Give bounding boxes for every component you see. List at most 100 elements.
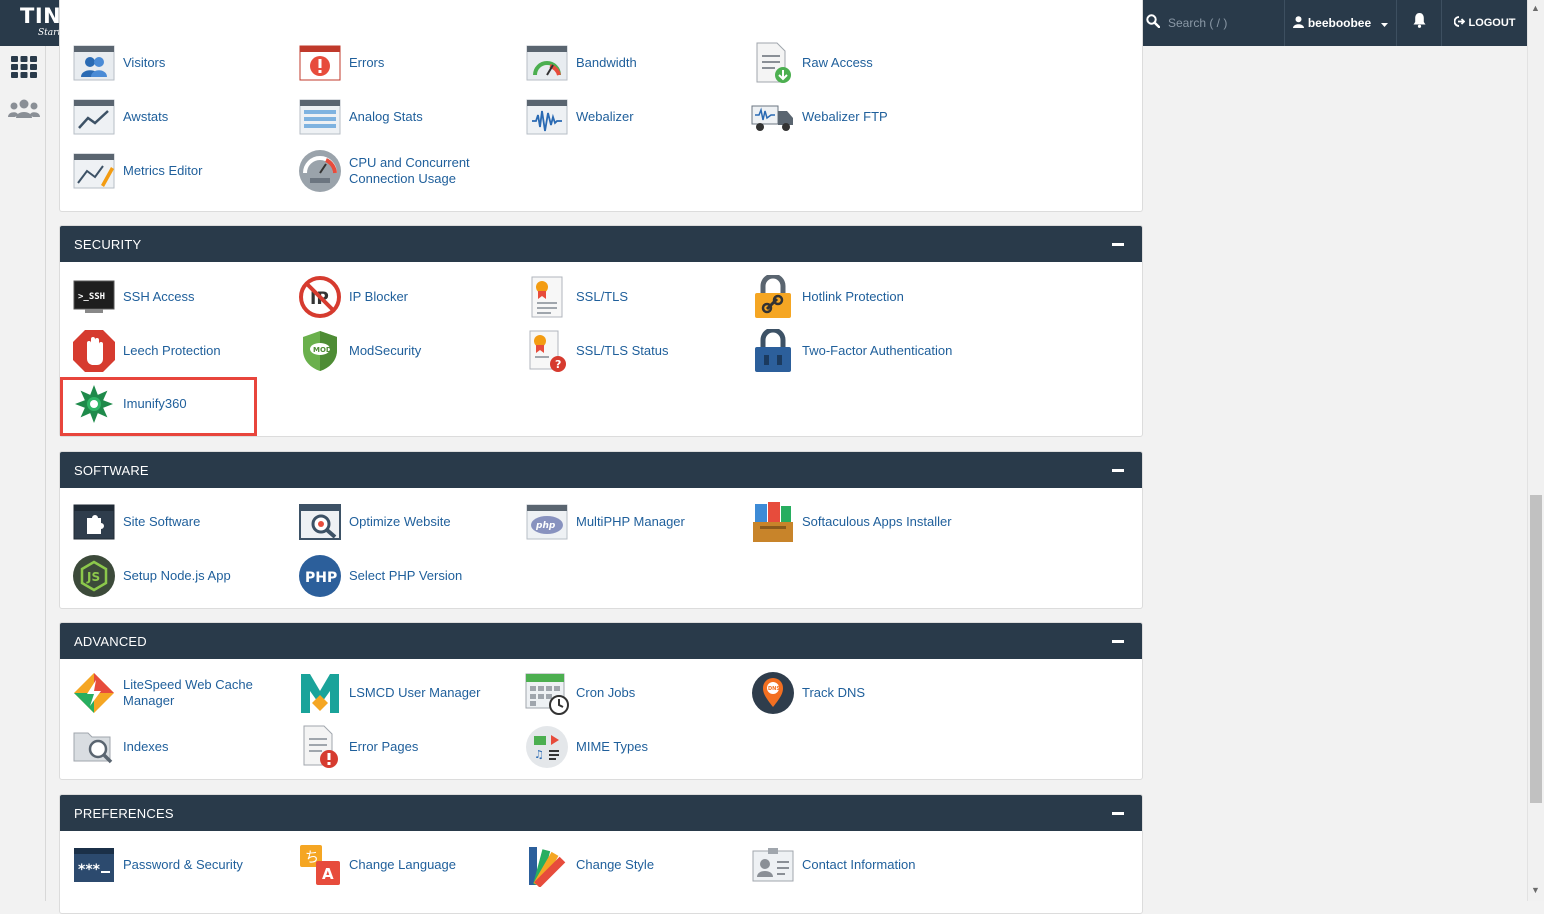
cpu-usage-icon	[298, 149, 342, 193]
tool-litespeed-cache[interactable]: LiteSpeed Web Cache Manager	[72, 670, 287, 716]
tool-webalizer[interactable]: Webalizer	[525, 94, 740, 140]
indexes-folder-icon	[72, 725, 116, 769]
tool-label: Error Pages	[349, 739, 419, 754]
advanced-header[interactable]: ADVANCED	[60, 623, 1142, 659]
preferences-header[interactable]: PREFERENCES	[60, 795, 1142, 831]
scroll-thumb[interactable]	[1530, 495, 1542, 803]
tool-analog-stats[interactable]: Analog Stats	[298, 94, 513, 140]
section-title: SECURITY	[74, 236, 142, 252]
section-title: SOFTWARE	[74, 462, 149, 478]
tool-track-dns[interactable]: DNS Track DNS	[751, 670, 966, 716]
tool-cpu-usage[interactable]: CPU and Concurrent Connection Usage	[298, 148, 513, 194]
tool-errors[interactable]: Errors	[298, 40, 513, 86]
tool-ssl-tls[interactable]: SSL/TLS	[525, 274, 740, 320]
logout-label: LOGOUT	[1468, 17, 1516, 29]
tool-label: SSL/TLS Status	[576, 343, 669, 358]
logout-button[interactable]: LOGOUT	[1443, 0, 1527, 46]
search-input[interactable]	[1168, 14, 1278, 32]
tool-label: CPU and Concurrent Connection Usage	[349, 155, 470, 186]
tool-label: Analog Stats	[349, 109, 423, 124]
tool-softaculous[interactable]: Softaculous Apps Installer	[751, 499, 966, 545]
leech-hand-icon	[72, 329, 116, 373]
collapse-icon[interactable]	[1112, 811, 1124, 815]
tool-label: Password & Security	[123, 857, 243, 872]
tool-label: LiteSpeed Web Cache Manager	[123, 677, 253, 708]
left-sidebar	[0, 46, 46, 901]
tool-two-factor-auth[interactable]: Two-Factor Authentication	[751, 328, 966, 374]
tool-hotlink-protection[interactable]: Hotlink Protection	[751, 274, 966, 320]
tool-setup-nodejs[interactable]: JS Setup Node.js App	[72, 553, 287, 599]
cron-calendar-icon	[525, 671, 569, 715]
section-title: ADVANCED	[74, 633, 147, 649]
tool-label: Metrics Editor	[123, 163, 203, 178]
sidebar-users-button[interactable]	[8, 96, 40, 126]
tool-bandwidth[interactable]: Bandwidth	[525, 40, 740, 86]
tool-cron-jobs[interactable]: Cron Jobs	[525, 670, 740, 716]
tool-raw-access[interactable]: Raw Access	[751, 40, 966, 86]
svg-text:?: ?	[555, 358, 561, 371]
tool-webalizer-ftp[interactable]: Webalizer FTP	[751, 94, 966, 140]
tool-mime-types[interactable]: ♫ MIME Types	[525, 724, 740, 770]
webalizer-ftp-icon	[751, 95, 795, 139]
tool-leech-protection[interactable]: Leech Protection	[72, 328, 287, 374]
password-icon: ***	[72, 843, 116, 887]
tool-label: Optimize Website	[349, 514, 451, 529]
tool-label: Indexes	[123, 739, 169, 754]
tool-ssh-access[interactable]: >_SSH SSH Access	[72, 274, 287, 320]
collapse-icon[interactable]	[1112, 468, 1124, 472]
tool-label: Visitors	[123, 55, 166, 70]
scroll-down-arrow-icon[interactable]: ▼	[1531, 885, 1540, 895]
ssl-status-icon: ?	[525, 329, 569, 373]
ssh-icon: >_SSH	[72, 275, 116, 319]
logout-icon	[1454, 16, 1466, 30]
tool-multiphp-manager[interactable]: php MultiPHP Manager	[525, 499, 740, 545]
software-panel: SOFTWARE Site Software Optimize Website …	[59, 451, 1143, 609]
tool-error-pages[interactable]: Error Pages	[298, 724, 513, 770]
tool-contact-information[interactable]: Contact Information	[751, 842, 966, 888]
notifications-button[interactable]	[1398, 0, 1442, 46]
svg-text:A: A	[322, 865, 334, 883]
contact-card-icon	[751, 843, 795, 887]
collapse-icon[interactable]	[1112, 639, 1124, 643]
tool-label: Raw Access	[802, 55, 873, 70]
ip-blocker-icon: IP	[298, 275, 342, 319]
security-header[interactable]: SECURITY	[60, 226, 1142, 262]
user-menu[interactable]: beeboobee	[1285, 0, 1397, 46]
tool-change-style[interactable]: Change Style	[525, 842, 740, 888]
tool-label: Two-Factor Authentication	[802, 343, 953, 358]
tool-label: Webalizer FTP	[802, 109, 888, 124]
tool-password-security[interactable]: *** Password & Security	[72, 842, 287, 888]
scroll-up-arrow-icon[interactable]: ▲	[1531, 3, 1540, 13]
tool-change-language[interactable]: ちA Change Language	[298, 842, 513, 888]
preferences-panel: PREFERENCES *** Password & Security ちA C…	[59, 794, 1143, 914]
tool-site-software[interactable]: Site Software	[72, 499, 287, 545]
tool-optimize-website[interactable]: Optimize Website	[298, 499, 513, 545]
puzzle-icon	[72, 500, 116, 544]
tool-awstats[interactable]: Awstats	[72, 94, 287, 140]
visitors-icon	[72, 41, 116, 85]
errors-icon	[298, 41, 342, 85]
tool-ssl-tls-status[interactable]: ? SSL/TLS Status	[525, 328, 740, 374]
awstats-icon	[72, 95, 116, 139]
php-icon: PHP	[298, 554, 342, 598]
tool-label: Softaculous Apps Installer	[802, 514, 952, 529]
caret-down-icon	[1381, 16, 1389, 30]
mime-types-icon: ♫	[525, 725, 569, 769]
tool-indexes[interactable]: Indexes	[72, 724, 287, 770]
software-header[interactable]: SOFTWARE	[60, 452, 1142, 488]
page-scrollbar[interactable]: ▲ ▼	[1527, 0, 1544, 901]
svg-text:♫: ♫	[534, 748, 544, 761]
tool-label: Errors	[349, 55, 385, 70]
tool-visitors[interactable]: Visitors	[72, 40, 287, 86]
collapse-icon[interactable]	[1112, 242, 1124, 246]
sidebar-tools-button[interactable]	[8, 54, 40, 84]
tool-label: Bandwidth	[576, 55, 637, 70]
tool-lsmcd-user-manager[interactable]: LSMCD User Manager	[298, 670, 513, 716]
lsmcd-icon	[298, 671, 342, 715]
tool-select-php-version[interactable]: PHP Select PHP Version	[298, 553, 513, 599]
tool-label: Change Language	[349, 857, 456, 872]
tool-metrics-editor[interactable]: Metrics Editor	[72, 148, 287, 194]
tool-modsecurity[interactable]: MOD ModSecurity	[298, 328, 513, 374]
svg-text:php: php	[535, 521, 556, 531]
tool-ip-blocker[interactable]: IP IP Blocker	[298, 274, 513, 320]
